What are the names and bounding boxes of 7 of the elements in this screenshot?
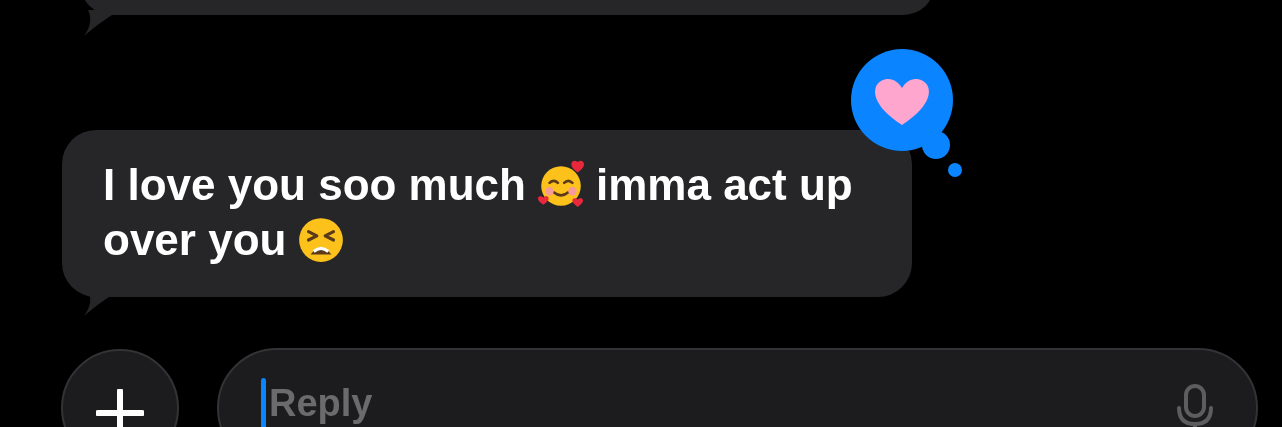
smiling-face-with-hearts-icon <box>535 159 586 210</box>
microphone-icon[interactable] <box>1175 384 1215 427</box>
message-text: over you <box>103 214 287 266</box>
reply-field[interactable]: Reply <box>217 348 1258 427</box>
plus-icon <box>96 389 144 427</box>
message-text: I love you soo much <box>103 159 526 211</box>
message-text: imma act up <box>595 159 853 211</box>
